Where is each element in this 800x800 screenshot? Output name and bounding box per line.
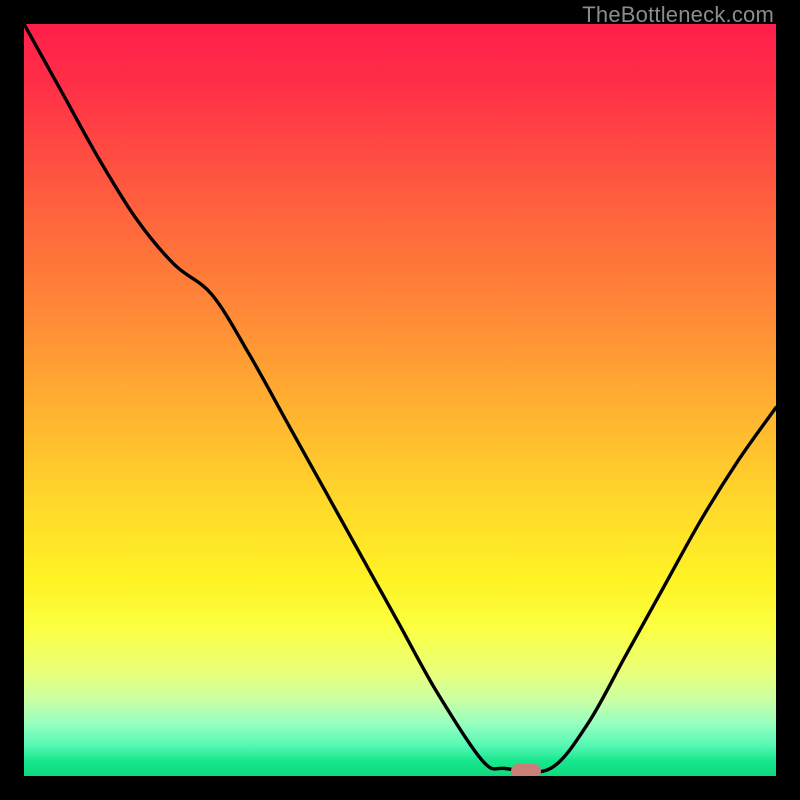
chart-frame: TheBottleneck.com [0, 0, 800, 800]
plot-area [24, 24, 776, 776]
curve-layer [24, 24, 776, 776]
watermark-label: TheBottleneck.com [582, 2, 774, 28]
valley-marker [511, 764, 541, 776]
bottleneck-curve [24, 24, 776, 772]
